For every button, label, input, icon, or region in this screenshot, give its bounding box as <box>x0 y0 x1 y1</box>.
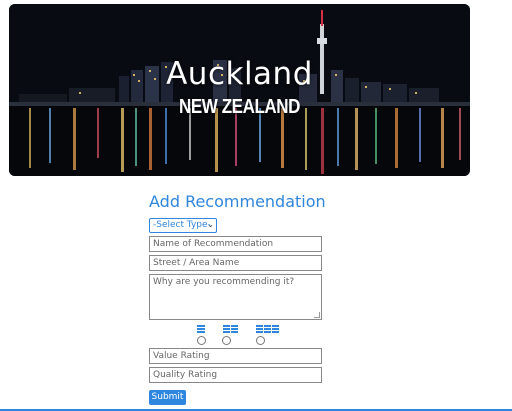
recommendation-name-placeholder: Name of Recommendation <box>153 239 274 249</box>
reason-textarea[interactable]: Why are you recommending it? <box>149 274 322 320</box>
price-radio-1[interactable] <box>197 336 206 345</box>
chevron-down-icon: ⌄ <box>207 220 214 229</box>
hero-subtitle: NEW ZEALAND <box>179 96 300 118</box>
type-select[interactable]: -Select Type- ⌄ <box>149 218 217 233</box>
value-rating-input[interactable]: Value Rating <box>149 348 322 364</box>
form-heading: Add Recommendation <box>149 192 326 211</box>
quality-rating-placeholder: Quality Rating <box>153 370 218 380</box>
recommendation-name-input[interactable]: Name of Recommendation <box>149 236 322 252</box>
street-area-input[interactable]: Street / Area Name <box>149 255 322 271</box>
resize-grip-icon[interactable] <box>314 312 320 318</box>
price-radio-3[interactable] <box>256 336 265 345</box>
street-area-placeholder: Street / Area Name <box>153 258 240 268</box>
reason-placeholder: Why are you recommending it? <box>153 277 295 287</box>
money-stack-icon <box>223 325 238 333</box>
type-select-value: -Select Type- <box>153 220 211 230</box>
page: Auckland NEW ZEALAND Add Recommendation … <box>0 0 512 411</box>
submit-button[interactable]: Submit <box>149 390 186 405</box>
price-radio-2[interactable] <box>222 336 231 345</box>
quality-rating-input[interactable]: Quality Rating <box>149 367 322 383</box>
hero-banner: Auckland NEW ZEALAND <box>9 4 470 176</box>
money-stack-icon <box>256 325 279 333</box>
value-rating-placeholder: Value Rating <box>153 351 210 361</box>
hero-title: Auckland <box>166 56 313 92</box>
money-stack-icon <box>197 325 205 333</box>
